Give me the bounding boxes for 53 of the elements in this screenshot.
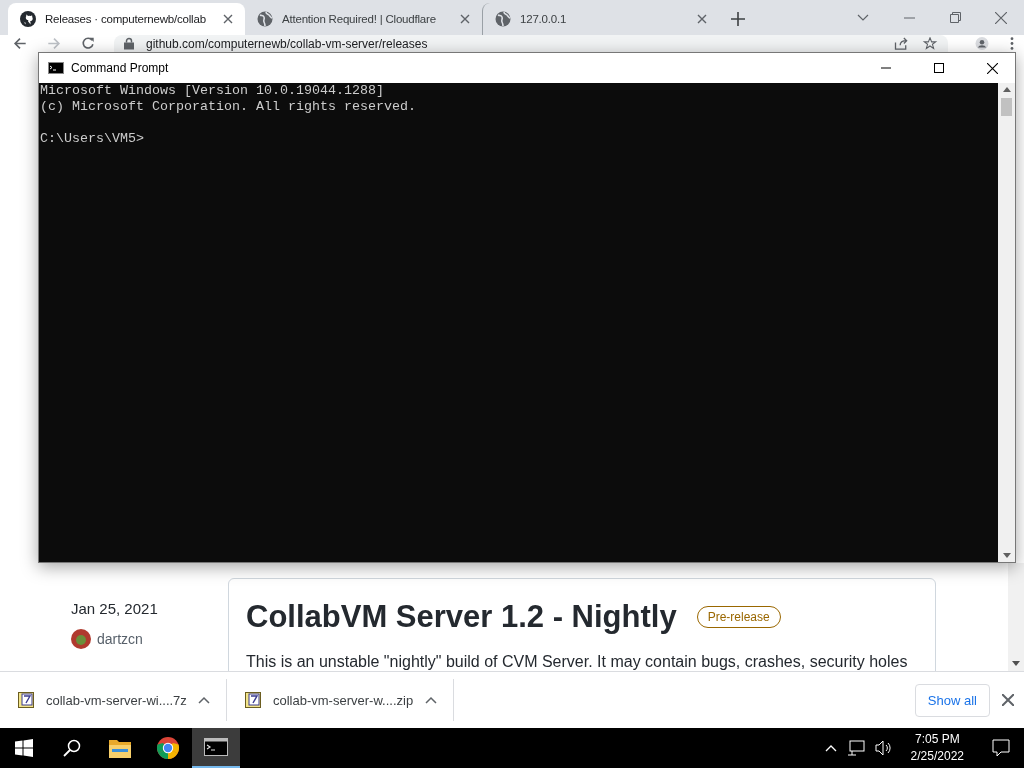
back-arrow-icon[interactable] bbox=[12, 37, 28, 50]
network-icon[interactable] bbox=[846, 740, 865, 756]
avatar-icon bbox=[71, 629, 91, 649]
windows-logo-icon[interactable] bbox=[15, 739, 33, 757]
close-icon[interactable] bbox=[986, 62, 998, 74]
close-icon[interactable] bbox=[223, 14, 233, 24]
globe-icon bbox=[495, 11, 511, 27]
chevron-down-icon[interactable] bbox=[857, 13, 869, 22]
release-date: Jan 25, 2021 bbox=[71, 600, 159, 617]
archive-file-icon bbox=[18, 692, 34, 708]
title-bar[interactable]: Command Prompt bbox=[39, 53, 1015, 83]
download-item[interactable]: collab-vm-server-wi....7z bbox=[0, 679, 227, 721]
archive-file-icon bbox=[245, 692, 261, 708]
address-bar[interactable]: github.com/computernewb/collab-vm-server/releases bbox=[114, 35, 948, 52]
share-icon[interactable] bbox=[894, 37, 910, 50]
scrollbar[interactable] bbox=[1008, 563, 1024, 671]
taskbar-app[interactable] bbox=[192, 728, 240, 768]
chrome-icon[interactable] bbox=[156, 736, 180, 760]
star-icon[interactable] bbox=[922, 37, 938, 50]
notification-icon[interactable] bbox=[992, 739, 1010, 757]
globe-icon bbox=[257, 11, 273, 27]
terminal-icon[interactable] bbox=[204, 738, 228, 756]
lock-icon bbox=[124, 37, 134, 50]
chevron-up-icon[interactable] bbox=[824, 744, 837, 752]
menu-icon[interactable] bbox=[1010, 37, 1014, 50]
terminal-icon bbox=[48, 62, 64, 74]
search-icon[interactable] bbox=[63, 739, 81, 757]
caret-up-icon[interactable] bbox=[425, 696, 437, 704]
github-icon bbox=[20, 11, 36, 27]
new-tab-icon[interactable] bbox=[731, 12, 745, 26]
scroll-down-icon[interactable] bbox=[1012, 661, 1020, 666]
scroll-thumb[interactable] bbox=[1001, 98, 1012, 116]
release-description: This is an unstable "nightly" build of CVM Server. It may contain bugs, crashes, security holes bbox=[246, 653, 909, 671]
speaker-icon[interactable] bbox=[874, 740, 893, 756]
author-link[interactable]: dartzcn bbox=[97, 631, 143, 647]
reload-icon[interactable] bbox=[80, 37, 96, 50]
clock[interactable]: 7:05 PM 2/25/2022 bbox=[910, 731, 964, 765]
command-prompt[interactable]: C:\Users\VM5> bbox=[40, 131, 998, 147]
close-icon[interactable] bbox=[1002, 694, 1014, 706]
folder-icon[interactable] bbox=[108, 737, 132, 759]
scrollbar[interactable] bbox=[998, 83, 1015, 562]
caret-up-icon[interactable] bbox=[198, 696, 210, 704]
show-all-button[interactable]: Show all bbox=[914, 683, 990, 717]
console-line: (c) Microsoft Corporation. All rights reserved. bbox=[40, 99, 417, 115]
maximize-icon[interactable] bbox=[934, 63, 944, 73]
scroll-up-icon[interactable] bbox=[1002, 87, 1011, 92]
browser-tab[interactable]: Attention Required! | Cloudflare bbox=[245, 3, 482, 35]
console-line: Microsoft Windows [Version 10.0.19044.1288] bbox=[40, 83, 385, 99]
download-item[interactable]: collab-vm-server-w....zip bbox=[227, 679, 454, 721]
scroll-down-icon[interactable] bbox=[1002, 553, 1011, 558]
restore-icon[interactable] bbox=[949, 12, 961, 23]
browser-tab[interactable]: Releases · computernewb/collab bbox=[8, 3, 245, 35]
release-title[interactable]: CollabVM Server 1.2 - Nightly bbox=[246, 599, 677, 635]
